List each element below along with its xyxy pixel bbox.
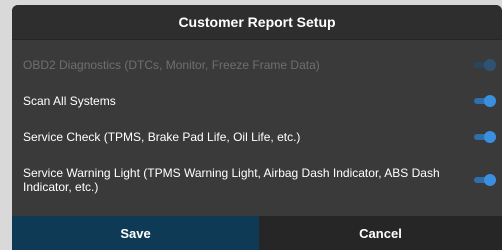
toggle-knob <box>484 95 496 107</box>
toggle-knob <box>484 174 496 186</box>
option-row-scan-all-systems[interactable]: Scan All Systems <box>12 86 502 116</box>
customer-report-setup-dialog: Customer Report Setup OBD2 Diagnostics (… <box>12 5 502 250</box>
obd2-diagnostics-toggle <box>474 59 496 71</box>
option-row-service-warning-light[interactable]: Service Warning Light (TPMS Warning Ligh… <box>12 158 502 202</box>
dialog-title-bar: Customer Report Setup <box>12 5 502 40</box>
service-check-toggle[interactable] <box>474 131 496 143</box>
option-label: OBD2 Diagnostics (DTCs, Monitor, Freeze … <box>23 58 320 72</box>
toggle-knob <box>484 131 496 143</box>
cancel-button[interactable]: Cancel <box>259 216 502 250</box>
report-options-list: OBD2 Diagnostics (DTCs, Monitor, Freeze … <box>12 40 502 212</box>
scan-all-systems-toggle[interactable] <box>474 95 496 107</box>
option-label: Service Warning Light (TPMS Warning Ligh… <box>23 166 440 194</box>
dialog-footer: Save Cancel <box>12 216 502 250</box>
option-label: Service Check (TPMS, Brake Pad Life, Oil… <box>23 130 301 144</box>
service-warning-light-toggle[interactable] <box>474 174 496 186</box>
option-row-service-check[interactable]: Service Check (TPMS, Brake Pad Life, Oil… <box>12 122 502 152</box>
option-row-obd2-diagnostics: OBD2 Diagnostics (DTCs, Monitor, Freeze … <box>12 50 502 80</box>
option-label: Scan All Systems <box>23 94 116 108</box>
toggle-knob <box>484 59 496 71</box>
dialog-title: Customer Report Setup <box>178 14 336 30</box>
save-button[interactable]: Save <box>12 216 259 250</box>
